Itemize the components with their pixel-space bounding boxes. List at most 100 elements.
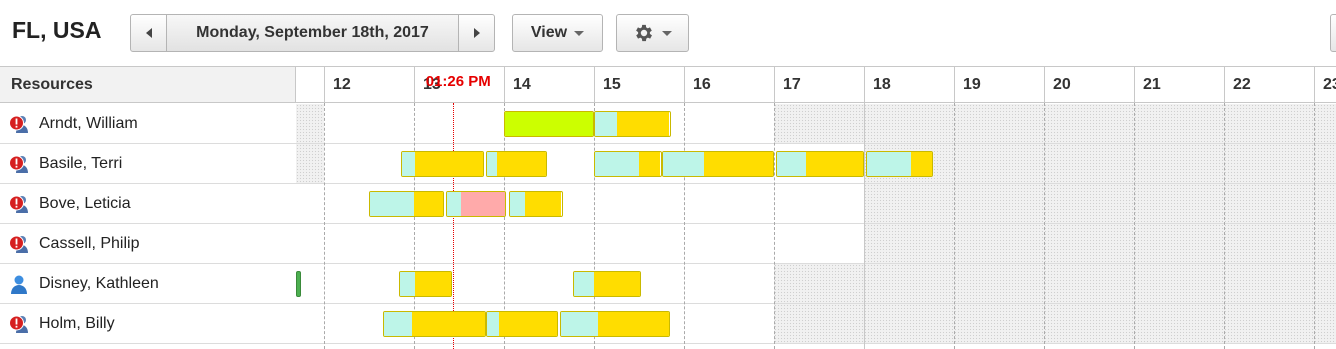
hour-gridline (1314, 103, 1315, 349)
resource-name: Disney, Kathleen (39, 274, 159, 292)
location-title: FL, USA (12, 17, 102, 43)
scheduler: Resources 12131415161718192021222301:26 … (0, 66, 1336, 349)
hour-gridline (864, 103, 865, 349)
settings-menu-button[interactable] (616, 14, 689, 52)
appointment-block[interactable] (559, 311, 671, 337)
current-time-label: 01:26 PM (425, 73, 491, 90)
appointment-segment-travel (574, 272, 594, 296)
appointment-segment-work (414, 272, 451, 296)
appointment-block[interactable] (573, 271, 641, 297)
hour-tick (1314, 67, 1315, 103)
appointment-segment-work (497, 152, 547, 176)
hour-label: 22 (1233, 76, 1251, 93)
appointment-segment-travel (487, 152, 498, 176)
view-label: View (530, 24, 568, 41)
appointment-block[interactable] (486, 311, 558, 337)
resource-row[interactable]: Basile, Terri (0, 144, 296, 184)
off-hours-block (864, 224, 1336, 263)
alert-user-icon (8, 153, 30, 175)
appointment-segment-travel (399, 272, 415, 296)
hour-label: 16 (693, 76, 711, 93)
caret-down-icon (662, 30, 672, 36)
resource-name: Cassell, Philip (39, 234, 140, 252)
hour-tick (504, 67, 505, 103)
hour-gridline (774, 103, 775, 349)
appointment-segment-travel (595, 112, 617, 136)
status-marker[interactable] (296, 271, 301, 297)
hour-tick (1224, 67, 1225, 103)
off-hours-block (774, 104, 1336, 143)
appointment-segment-work (414, 152, 484, 176)
resource-row[interactable]: Disney, Kathleen (0, 264, 296, 304)
alert-user-icon (8, 233, 30, 255)
off-hours-block (864, 144, 1336, 183)
hour-tick (594, 67, 595, 103)
hour-gridline (684, 103, 685, 349)
chevron-left-icon (145, 28, 152, 38)
appointment-segment-work (411, 312, 485, 336)
appointment-segment-done (505, 112, 593, 136)
appointment-block[interactable] (594, 151, 662, 177)
off-hours-block (774, 264, 1336, 303)
next-day-button[interactable] (458, 14, 495, 52)
appointment-block[interactable] (508, 191, 563, 217)
hour-tick (684, 67, 685, 103)
appointment-segment-work (593, 272, 640, 296)
appointment-segment-work (911, 152, 933, 176)
appointment-block[interactable] (369, 191, 444, 217)
appointment-block[interactable] (486, 151, 548, 177)
resource-row[interactable]: Cassell, Philip (0, 224, 296, 264)
resource-row[interactable]: Bove, Leticia (0, 184, 296, 224)
appointment-segment-travel (487, 312, 499, 336)
appointment-block[interactable] (445, 191, 506, 217)
appointment-segment-travel (776, 152, 807, 176)
hour-label: 18 (873, 76, 891, 93)
view-menu-button[interactable]: View (512, 14, 603, 52)
appointment-segment-travel (401, 152, 415, 176)
appointment-segment-work (413, 192, 443, 216)
hour-gridline (1224, 103, 1225, 349)
appointment-block[interactable] (400, 151, 485, 177)
off-hours-block (864, 184, 1336, 223)
time-header: 12131415161718192021222301:26 PM (296, 67, 1336, 103)
hour-tick (1044, 67, 1045, 103)
toolbar: FL, USA Monday, September 18th, 2017 Vie… (0, 0, 1336, 66)
appointment-segment-work (616, 112, 670, 136)
appointment-segment-work (498, 312, 557, 336)
appointment-segment-travel (662, 152, 705, 176)
hour-gridline (954, 103, 955, 349)
appointment-block[interactable] (504, 111, 594, 137)
prev-day-button[interactable] (130, 14, 167, 52)
gear-icon (636, 24, 652, 42)
resource-row[interactable]: Arndt, William (0, 104, 296, 144)
alert-user-icon (8, 193, 30, 215)
appointment-segment-work (638, 152, 661, 176)
user-icon (8, 273, 30, 295)
appointment-block[interactable] (661, 151, 774, 177)
appointment-segment-travel (560, 312, 598, 336)
hour-label: 19 (963, 76, 981, 93)
appointment-block[interactable] (382, 311, 486, 337)
hour-gridline (324, 103, 325, 349)
date-picker-button[interactable]: Monday, September 18th, 2017 (166, 14, 459, 52)
appointment-segment-work (806, 152, 863, 176)
resources-header: Resources (0, 67, 296, 103)
appointment-segment-work (597, 312, 670, 336)
appointment-segment-travel (370, 192, 414, 216)
hour-tick (954, 67, 955, 103)
resource-name: Basile, Terri (39, 154, 123, 172)
hour-tick (774, 67, 775, 103)
appointment-segment-work (704, 152, 773, 176)
hour-tick (414, 67, 415, 103)
hour-label: 23 (1323, 76, 1336, 93)
overflow-button[interactable] (1330, 14, 1336, 52)
appointment-block[interactable] (594, 111, 671, 137)
appointment-block[interactable] (398, 271, 452, 297)
appointment-segment-travel (595, 152, 639, 176)
resource-name: Arndt, William (39, 114, 138, 132)
resource-row[interactable]: Holm, Billy (0, 304, 296, 344)
resource-name: Holm, Billy (39, 314, 115, 332)
appointment-block[interactable] (775, 151, 864, 177)
appointment-block[interactable] (865, 151, 934, 177)
hour-label: 21 (1143, 76, 1161, 93)
